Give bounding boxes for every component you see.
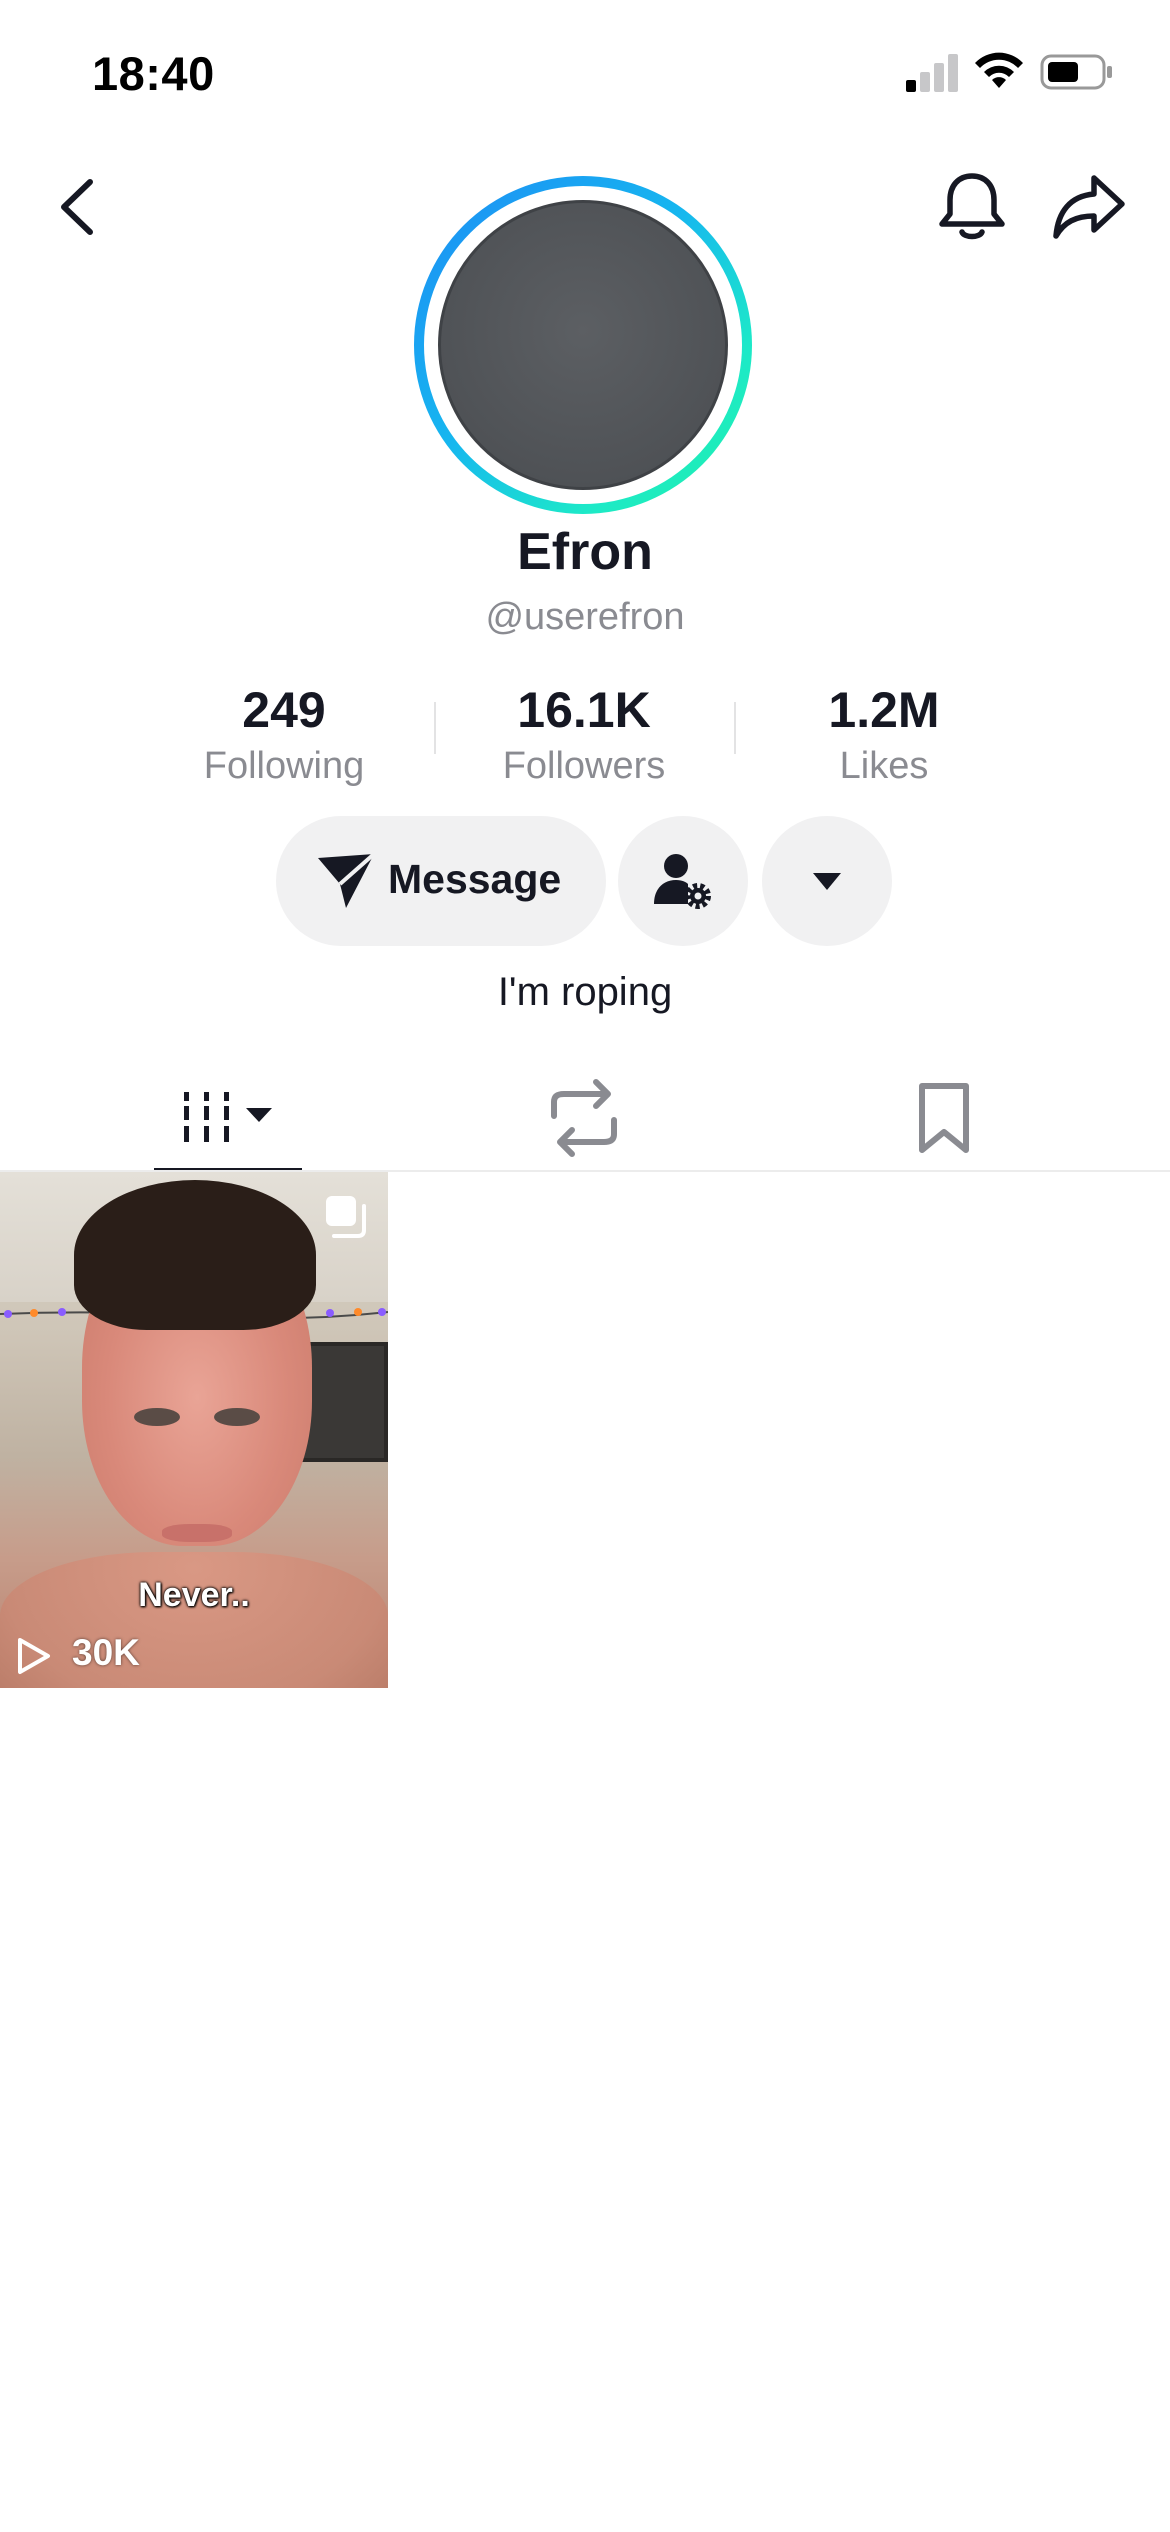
avatar[interactable] — [438, 200, 728, 490]
view-count: 30K — [72, 1632, 140, 1673]
play-outline-icon — [18, 1638, 50, 1674]
stat-likes[interactable]: 1.2M Likes — [734, 680, 1034, 790]
grid-lines-icon — [184, 1092, 272, 1142]
wifi-icon — [975, 52, 1023, 88]
follow-settings-button[interactable] — [618, 816, 748, 946]
paper-plane-icon — [318, 852, 376, 908]
bell-icon[interactable] — [934, 168, 1010, 244]
video-caption: Never.. — [138, 1576, 250, 1614]
display-name: Efron — [517, 523, 653, 581]
likes-count: 1.2M — [828, 682, 940, 738]
battery-icon — [1040, 54, 1112, 90]
video-thumbnail[interactable]: Never.. 30K — [0, 1172, 388, 1688]
followers-count: 16.1K — [517, 682, 651, 738]
stat-followers[interactable]: 16.1K Followers — [434, 680, 734, 790]
stat-following[interactable]: 249 Following — [134, 680, 434, 790]
back-icon[interactable] — [50, 176, 106, 238]
username: @userefron — [485, 596, 685, 638]
status-time: 18:40 — [92, 47, 215, 100]
more-options-button[interactable] — [762, 816, 892, 946]
bookmark-icon[interactable] — [906, 1066, 982, 1170]
repost-icon[interactable] — [544, 1066, 624, 1170]
likes-label: Likes — [839, 745, 929, 787]
person-gear-icon — [654, 854, 711, 909]
cellular-signal-icon — [906, 52, 960, 92]
status-bar: 18:40 — [0, 0, 1170, 150]
caret-down-icon — [813, 873, 841, 890]
avatar-ring[interactable] — [414, 176, 752, 514]
message-label: Message — [388, 856, 562, 902]
share-arrow-icon[interactable] — [1052, 170, 1128, 242]
followers-label: Followers — [502, 745, 666, 787]
message-button[interactable]: Message — [276, 816, 606, 946]
following-count: 249 — [242, 682, 326, 738]
tab-videos[interactable] — [150, 1066, 302, 1174]
following-label: Following — [203, 745, 365, 787]
multi-clip-icon — [326, 1196, 366, 1238]
profile-page: 18:40 Efron @userefron 249 Following 16.… — [0, 0, 1170, 2532]
bio: I'm roping — [497, 970, 673, 1014]
